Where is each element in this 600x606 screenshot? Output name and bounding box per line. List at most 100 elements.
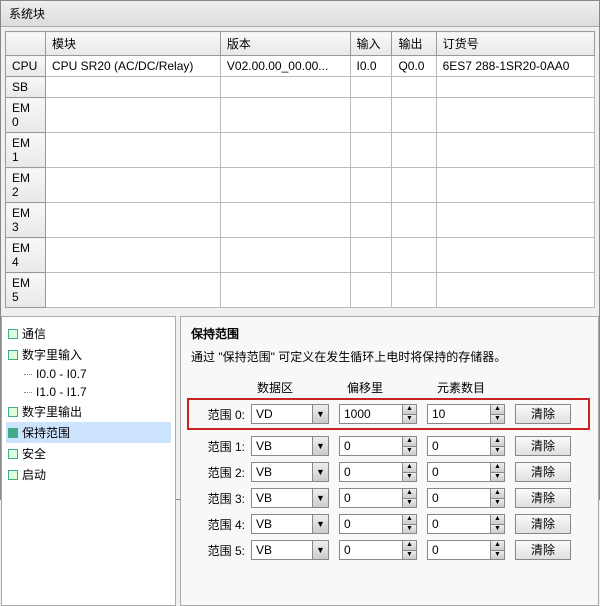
- chevron-down-icon[interactable]: ▼: [312, 541, 328, 559]
- checkbox-icon: [8, 329, 18, 339]
- tree-item-i0[interactable]: I0.0 - I0.7: [22, 365, 171, 383]
- spin-down-icon[interactable]: ▼: [402, 414, 416, 423]
- table-row[interactable]: EM 5: [6, 273, 595, 308]
- table-row[interactable]: EM 1: [6, 133, 595, 168]
- data-area-combo[interactable]: VB▼: [251, 436, 329, 456]
- spin-up-icon[interactable]: ▲: [402, 515, 416, 524]
- table-row[interactable]: EM 0: [6, 98, 595, 133]
- clear-button[interactable]: 清除: [515, 514, 571, 534]
- data-area-combo[interactable]: VB▼: [251, 540, 329, 560]
- range-row-3: 范围 3:VB▼ 0▲▼ 0▲▼ 清除: [191, 488, 588, 508]
- tree-item-digital-in[interactable]: 数字里输入: [6, 344, 171, 365]
- tree-label: I1.0 - I1.7: [36, 385, 87, 399]
- spin-value: 1000: [340, 407, 402, 421]
- data-area-combo[interactable]: VB▼: [251, 514, 329, 534]
- data-area-combo[interactable]: VB▼: [251, 488, 329, 508]
- clear-button[interactable]: 清除: [515, 540, 571, 560]
- offset-spin[interactable]: 0▲▼: [339, 488, 417, 508]
- count-spin[interactable]: 0▲▼: [427, 540, 505, 560]
- tree-label: 保持范围: [22, 424, 70, 441]
- spin-up-icon[interactable]: ▲: [402, 463, 416, 472]
- offset-spin[interactable]: 0▲▼: [339, 462, 417, 482]
- combo-value: VB: [252, 439, 312, 453]
- chevron-down-icon[interactable]: ▼: [312, 405, 328, 423]
- chevron-down-icon[interactable]: ▼: [312, 515, 328, 533]
- spin-down-icon[interactable]: ▼: [490, 472, 504, 481]
- tree-item-security[interactable]: 安全: [6, 443, 171, 464]
- clear-button[interactable]: 清除: [515, 462, 571, 482]
- tree-item-comm[interactable]: 通信: [6, 323, 171, 344]
- tree-item-startup[interactable]: 启动: [6, 464, 171, 485]
- table-row[interactable]: EM 2: [6, 168, 595, 203]
- tree-item-retentive[interactable]: 保持范围: [6, 422, 171, 443]
- count-spin[interactable]: 0▲▼: [427, 514, 505, 534]
- spin-down-icon[interactable]: ▼: [490, 498, 504, 507]
- cell-module[interactable]: CPU SR20 (AC/DC/Relay): [46, 56, 221, 77]
- spin-down-icon[interactable]: ▼: [402, 446, 416, 455]
- spin-value: 0: [428, 465, 490, 479]
- spin-down-icon[interactable]: ▼: [402, 550, 416, 559]
- panel-title: 保持范围: [191, 325, 588, 342]
- clear-button[interactable]: 清除: [515, 436, 571, 456]
- tree-label: I0.0 - I0.7: [36, 367, 87, 381]
- table-row[interactable]: EM 4: [6, 238, 595, 273]
- data-area-combo[interactable]: VB▼: [251, 462, 329, 482]
- cell-order[interactable]: 6ES7 288-1SR20-0AA0: [436, 56, 594, 77]
- nav-tree: 通信 数字里输入 I0.0 - I0.7 I1.0 - I1.7 数字里输出 保…: [1, 316, 176, 606]
- count-spin[interactable]: 0▲▼: [427, 462, 505, 482]
- clear-button[interactable]: 清除: [515, 404, 571, 424]
- tree-item-digital-out[interactable]: 数字里输出: [6, 401, 171, 422]
- spin-down-icon[interactable]: ▼: [490, 414, 504, 423]
- spin-down-icon[interactable]: ▼: [490, 446, 504, 455]
- spin-up-icon[interactable]: ▲: [402, 489, 416, 498]
- offset-spin[interactable]: 1000▲▼: [339, 404, 417, 424]
- spin-up-icon[interactable]: ▲: [490, 437, 504, 446]
- table-row[interactable]: SB: [6, 77, 595, 98]
- count-spin[interactable]: 10▲▼: [427, 404, 505, 424]
- row-hdr-em0: EM 0: [6, 98, 46, 133]
- cell-output[interactable]: Q0.0: [392, 56, 436, 77]
- spin-up-icon[interactable]: ▲: [490, 405, 504, 414]
- spin-up-icon[interactable]: ▲: [490, 515, 504, 524]
- spin-down-icon[interactable]: ▼: [402, 524, 416, 533]
- cell-version[interactable]: V02.00.00_00.00...: [220, 56, 350, 77]
- count-spin[interactable]: 0▲▼: [427, 436, 505, 456]
- table-row[interactable]: EM 3: [6, 203, 595, 238]
- spin-up-icon[interactable]: ▲: [402, 405, 416, 414]
- count-spin[interactable]: 0▲▼: [427, 488, 505, 508]
- tree-item-i1[interactable]: I1.0 - I1.7: [22, 383, 171, 401]
- range-row-0: 范围 0:VD▼1000▲▼10▲▼清除: [189, 400, 588, 428]
- spin-down-icon[interactable]: ▼: [490, 524, 504, 533]
- spin-up-icon[interactable]: ▲: [490, 541, 504, 550]
- row-hdr-cpu: CPU: [6, 56, 46, 77]
- chevron-down-icon[interactable]: ▼: [312, 437, 328, 455]
- chevron-down-icon[interactable]: ▼: [312, 489, 328, 507]
- table-row[interactable]: CPU CPU SR20 (AC/DC/Relay) V02.00.00_00.…: [6, 56, 595, 77]
- spin-up-icon[interactable]: ▲: [490, 463, 504, 472]
- spin-down-icon[interactable]: ▼: [402, 498, 416, 507]
- spin-up-icon[interactable]: ▲: [490, 489, 504, 498]
- cell-input[interactable]: I0.0: [350, 56, 392, 77]
- offset-spin[interactable]: 0▲▼: [339, 514, 417, 534]
- row-hdr-em3: EM 3: [6, 203, 46, 238]
- module-grid-area: 模块 版本 输入 输出 订货号 CPU CPU SR20 (AC/DC/Rela…: [1, 27, 599, 312]
- clear-button[interactable]: 清除: [515, 488, 571, 508]
- spin-down-icon[interactable]: ▼: [490, 550, 504, 559]
- spin-down-icon[interactable]: ▼: [402, 472, 416, 481]
- tree-label: 启动: [22, 466, 46, 483]
- chevron-down-icon[interactable]: ▼: [312, 463, 328, 481]
- col-offset: 偏移里: [347, 379, 437, 396]
- range-row-2: 范围 2:VB▼0▲▼0▲▼清除: [191, 462, 588, 482]
- offset-spin[interactable]: 0▲▼: [339, 436, 417, 456]
- range-label: 范围 3:: [191, 490, 251, 507]
- offset-spin[interactable]: 0▲▼: [339, 540, 417, 560]
- checkbox-icon: [8, 470, 18, 480]
- combo-value: VB: [252, 543, 312, 557]
- spin-up-icon[interactable]: ▲: [402, 541, 416, 550]
- col-order: 订货号: [436, 32, 594, 56]
- row-hdr-em5: EM 5: [6, 273, 46, 308]
- combo-value: VD: [252, 407, 312, 421]
- spin-up-icon[interactable]: ▲: [402, 437, 416, 446]
- data-area-combo[interactable]: VD▼: [251, 404, 329, 424]
- range-row-1: 范围 1:VB▼0▲▼0▲▼清除: [191, 436, 588, 456]
